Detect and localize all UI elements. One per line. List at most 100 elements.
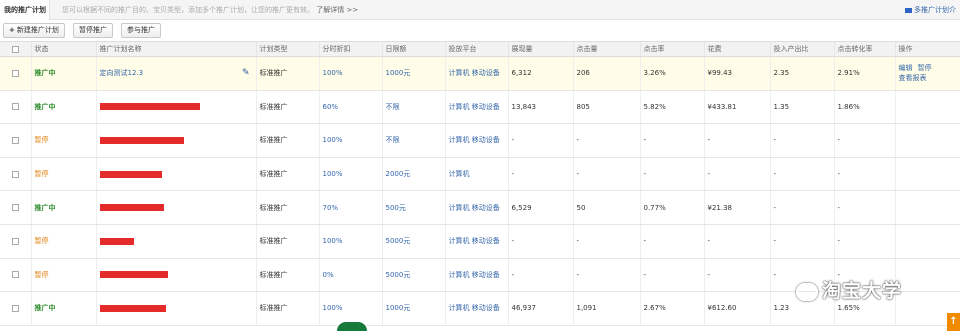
- limit-cell[interactable]: 1000元: [381, 291, 445, 326]
- discount-cell[interactable]: 60%: [318, 90, 382, 125]
- col-cost[interactable]: 花费: [703, 41, 770, 57]
- status-badge: 暂停: [30, 123, 96, 158]
- row-checkbox[interactable]: [0, 224, 31, 259]
- col-type[interactable]: 计划类型: [255, 41, 319, 57]
- platform-cell[interactable]: 计算机 移动设备: [444, 90, 508, 125]
- resume-button[interactable]: 参与推广: [121, 23, 161, 38]
- discount-cell[interactable]: 100%: [318, 123, 382, 158]
- ctr-cell: -: [639, 258, 704, 293]
- campaign-name-cell: [95, 90, 256, 125]
- pencil-icon[interactable]: ✎: [242, 68, 250, 78]
- col-cvr[interactable]: 点击转化率: [833, 41, 895, 57]
- limit-cell[interactable]: 5000元: [381, 258, 445, 293]
- clicks-cell: 805: [572, 90, 640, 125]
- impressions-cell: 46,937: [507, 291, 573, 326]
- platform-cell[interactable]: 计算机 移动设备: [444, 123, 508, 158]
- col-impressions[interactable]: 展现量: [507, 41, 573, 57]
- impressions-cell: 6,312: [507, 56, 573, 91]
- table-row: 推广中 标准推广 60% 不限 计算机 移动设备 13,843 805 5.82…: [0, 90, 960, 125]
- redacted-name[interactable]: [99, 136, 184, 144]
- redacted-name[interactable]: [99, 103, 200, 111]
- limit-cell[interactable]: 2000元: [381, 157, 445, 192]
- new-campaign-button[interactable]: + 新建推广计划: [3, 23, 65, 38]
- limit-cell[interactable]: 5000元: [381, 224, 445, 259]
- discount-cell[interactable]: 0%: [318, 258, 382, 293]
- cost-cell: ¥21.38: [703, 190, 770, 225]
- ctr-cell: 3.26%: [639, 56, 704, 91]
- platform-cell[interactable]: 计算机: [444, 157, 508, 192]
- discount-cell[interactable]: 100%: [318, 291, 382, 326]
- status-badge: 暂停: [30, 157, 96, 192]
- col-discount[interactable]: 分时折扣: [318, 41, 382, 57]
- col-ctr[interactable]: 点击率: [639, 41, 704, 57]
- table-row: 推广中 定向测试12.3 ✎ 标准推广 100% 1000元 计算机 移动设备 6…: [0, 56, 960, 91]
- tab-my-campaigns[interactable]: 我的推广计划: [0, 0, 50, 20]
- pause-button[interactable]: 暂停推广: [73, 23, 113, 38]
- tip-text: 您可以根据不同的推广目的、宝贝类型，添加多个推广计划，让您的推广更有效。 了解详…: [62, 0, 358, 20]
- limit-cell[interactable]: 500元: [381, 190, 445, 225]
- roi-cell: -: [769, 123, 834, 158]
- discount-cell[interactable]: 100%: [318, 157, 382, 192]
- row-checkbox[interactable]: [0, 123, 31, 158]
- limit-cell[interactable]: 1000元: [381, 56, 445, 91]
- campaign-name-link[interactable]: 定向测试12.3: [100, 69, 144, 77]
- report-link[interactable]: 查看报表: [899, 74, 927, 82]
- limit-cell[interactable]: 不限: [381, 90, 445, 125]
- redacted-name[interactable]: [99, 304, 166, 312]
- col-platform[interactable]: 投放平台: [444, 41, 508, 57]
- watermark-text: 淘宝大学: [822, 280, 903, 302]
- select-all-checkbox[interactable]: [0, 41, 31, 57]
- limit-cell[interactable]: 不限: [381, 123, 445, 158]
- cvr-cell: -: [833, 157, 895, 192]
- multi-campaign-link[interactable]: 多推广计划介: [905, 0, 956, 20]
- platform-cell[interactable]: 计算机 移动设备: [444, 56, 508, 91]
- roi-cell: -: [769, 190, 834, 225]
- table-row: 暂停 标准推广 100% 不限 计算机 移动设备 - - - - - -: [0, 123, 960, 158]
- scroll-top-button[interactable]: ↑: [947, 313, 960, 331]
- row-checkbox[interactable]: [0, 56, 31, 91]
- redacted-name[interactable]: [99, 271, 168, 279]
- redacted-name[interactable]: [99, 204, 164, 212]
- video-icon: [905, 7, 912, 13]
- type-cell: 标准推广: [255, 258, 319, 293]
- ctr-cell: 2.67%: [639, 291, 704, 326]
- impressions-cell: -: [507, 123, 573, 158]
- watermark: 淘宝大学: [796, 276, 936, 302]
- col-limit[interactable]: 日限额: [381, 41, 445, 57]
- clicks-cell: -: [572, 258, 640, 293]
- redacted-name[interactable]: [99, 237, 134, 245]
- pause-link[interactable]: 暂停: [918, 64, 932, 72]
- platform-cell[interactable]: 计算机 移动设备: [444, 258, 508, 293]
- edit-link[interactable]: 编辑: [899, 64, 913, 72]
- green-action-button[interactable]: [337, 322, 367, 331]
- learn-more-link[interactable]: 了解详情 >>: [316, 6, 358, 14]
- discount-cell[interactable]: 70%: [318, 190, 382, 225]
- cvr-cell: -: [833, 224, 895, 259]
- platform-cell[interactable]: 计算机 移动设备: [444, 224, 508, 259]
- ctr-cell: 0.77%: [639, 190, 704, 225]
- col-clicks[interactable]: 点击量: [572, 41, 640, 57]
- col-name[interactable]: 推广计划名称: [95, 41, 256, 57]
- table-row: 推广中 标准推广 70% 500元 计算机 移动设备 6,529 50 0.77…: [0, 190, 960, 225]
- row-checkbox[interactable]: [0, 190, 31, 225]
- discount-cell[interactable]: 100%: [318, 224, 382, 259]
- type-cell: 标准推广: [255, 123, 319, 158]
- row-checkbox[interactable]: [0, 90, 31, 125]
- ops-cell: 编辑 暂停 查看报表: [894, 56, 960, 91]
- row-checkbox[interactable]: [0, 291, 31, 326]
- col-status[interactable]: 状态: [30, 41, 96, 57]
- cost-cell: -: [703, 157, 770, 192]
- campaign-name-cell: [95, 157, 256, 192]
- platform-cell[interactable]: 计算机 移动设备: [444, 190, 508, 225]
- col-roi[interactable]: 投入产出比: [769, 41, 834, 57]
- platform-cell[interactable]: 计算机 移动设备: [444, 291, 508, 326]
- discount-cell[interactable]: 100%: [318, 56, 382, 91]
- cvr-cell: 1.86%: [833, 90, 895, 125]
- row-checkbox[interactable]: [0, 157, 31, 192]
- row-checkbox[interactable]: [0, 258, 31, 293]
- ops-cell: [894, 157, 960, 192]
- status-badge: 推广中: [30, 291, 96, 326]
- redacted-name[interactable]: [99, 170, 162, 178]
- impressions-cell: 13,843: [507, 90, 573, 125]
- top-bar: 我的推广计划 您可以根据不同的推广目的、宝贝类型，添加多个推广计划，让您的推广更…: [0, 0, 960, 20]
